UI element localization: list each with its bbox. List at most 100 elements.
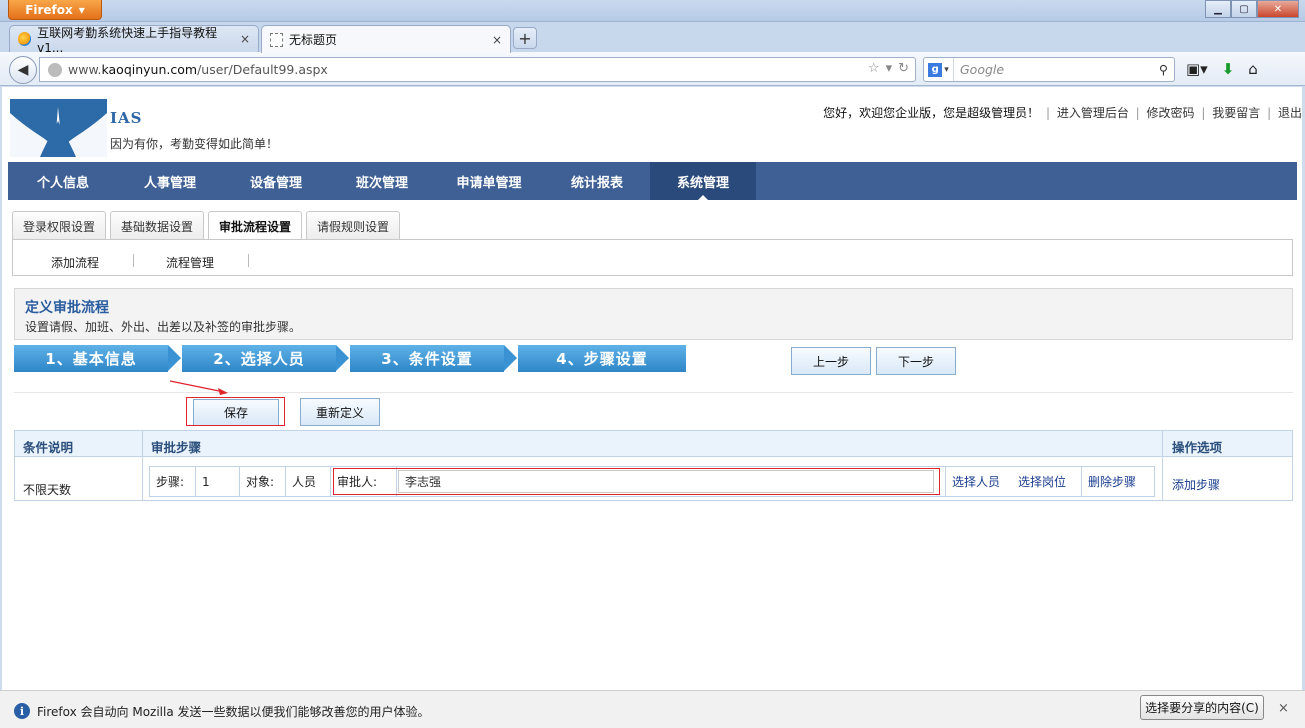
separator: |: [1135, 106, 1140, 120]
close-tab-icon[interactable]: ×: [240, 32, 250, 46]
browser-navigation-bar: ◀ www. kaoqinyun.com/user/Default99.aspx …: [0, 52, 1305, 86]
blank-page-icon: [270, 32, 283, 47]
step-arrow: [504, 345, 517, 371]
wizard-step-label: 4、步骤设置: [556, 350, 648, 368]
add-flow-link[interactable]: 添加流程: [51, 254, 99, 271]
firefox-menu-button[interactable]: Firefox ▾: [8, 0, 102, 20]
nav-shift-management[interactable]: 班次管理: [330, 162, 434, 200]
address-bar[interactable]: www. kaoqinyun.com/user/Default99.aspx ☆ …: [39, 57, 916, 82]
ops-column-header: 操作选项: [1172, 440, 1223, 455]
feedback-link[interactable]: 我要留言: [1212, 106, 1260, 120]
dropdown-arrow-icon: ▾: [78, 2, 85, 17]
next-step-button[interactable]: 下一步: [876, 347, 956, 375]
main-navigation: 个人信息 人事管理 设备管理 班次管理 申请单管理 统计报表 系统管理: [8, 162, 1297, 200]
url-prefix: www.: [68, 62, 102, 77]
wizard-step-steps-setup[interactable]: 4、步骤设置: [518, 345, 686, 372]
google-icon: g: [928, 62, 943, 77]
admin-panel-link[interactable]: 进入管理后台: [1057, 106, 1129, 120]
search-placeholder: Google: [960, 62, 1005, 77]
address-bar-icons: ☆ ▾ ↻: [868, 61, 909, 76]
tab-basic-data[interactable]: 基础数据设置: [110, 211, 205, 240]
select-person-link[interactable]: 选择人员: [946, 467, 1012, 496]
nav-application-management[interactable]: 申请单管理: [434, 162, 544, 200]
tab-approval-flow[interactable]: 审批流程设置: [208, 211, 303, 241]
section-description: 设置请假、加班、外出、出差以及补签的审批步骤。: [25, 320, 302, 334]
steps-column-header: 审批步骤: [151, 440, 202, 455]
divider: [133, 254, 134, 267]
user-bar: 您好，欢迎您企业版，您是超级管理员！ | 进入管理后台 | 修改密码 | 我要留…: [823, 104, 1302, 121]
home-icon[interactable]: ⌂: [1248, 60, 1258, 78]
browser-tab-strip: 互联网考勤系统快速上手指导教程 v1... × 无标题页 × +: [0, 22, 1305, 55]
chevron-down-icon: ▾: [944, 64, 949, 75]
download-icon[interactable]: ⬇: [1222, 60, 1235, 78]
select-position-link[interactable]: 选择岗位: [1012, 467, 1082, 496]
tab-leave-rules[interactable]: 请假规则设置: [306, 211, 401, 240]
reload-icon[interactable]: ↻: [898, 61, 909, 76]
welcome-text: 您好，欢迎您企业版，您是超级管理员！: [823, 106, 1040, 120]
step-arrow: [168, 345, 181, 371]
nav-device-management[interactable]: 设备管理: [222, 162, 330, 200]
back-arrow-icon[interactable]: ◀: [9, 56, 37, 84]
nav-statistics-reports[interactable]: 统计报表: [544, 162, 650, 200]
separator: |: [1267, 106, 1272, 120]
tab-title: 互联网考勤系统快速上手指导教程 v1...: [37, 25, 218, 55]
search-icon[interactable]: ⚲: [1159, 62, 1168, 77]
browser-tab-current[interactable]: 无标题页 ×: [261, 25, 511, 53]
redefine-button[interactable]: 重新定义: [300, 398, 380, 426]
close-notification-icon[interactable]: ×: [1278, 701, 1289, 716]
close-tab-icon[interactable]: ×: [492, 33, 502, 47]
wizard-step-label: 2、选择人员: [213, 350, 305, 368]
settings-tabs: 登录权限设置 基础数据设置 审批流程设置 请假规则设置: [12, 211, 401, 241]
nav-personal-info[interactable]: 个人信息: [8, 162, 118, 200]
url-domain: kaoqinyun.com: [101, 62, 198, 77]
target-label: 对象:: [240, 467, 286, 496]
wizard-step-conditions[interactable]: 3、条件设置: [350, 345, 517, 372]
logout-link[interactable]: 退出: [1278, 106, 1302, 120]
section-info-box: 定义审批流程 设置请假、加班、外出、出差以及补签的审批步骤。: [14, 288, 1293, 340]
step-number: 1: [196, 467, 240, 496]
minimize-icon[interactable]: ▁: [1205, 0, 1231, 18]
condition-cell: 不限天数: [23, 483, 72, 497]
target-value: 人员: [286, 467, 331, 496]
toolbar-icons: ▣▾ ⬇ ⌂: [1186, 60, 1258, 78]
table-header: 条件说明 审批步骤 操作选项: [15, 431, 1292, 457]
approver-highlight-box: [333, 468, 940, 495]
wizard-step-select-people[interactable]: 2、选择人员: [182, 345, 349, 372]
tab-login-permission[interactable]: 登录权限设置: [12, 211, 107, 240]
wizard-step-basic-info[interactable]: 1、基本信息: [14, 345, 181, 372]
window-controls: ▁ ▢ ✕: [1205, 0, 1299, 18]
page-viewport: IAS 因为有你，考勤变得如此简单！ 您好，欢迎您企业版，您是超级管理员！ | …: [2, 87, 1302, 690]
search-box[interactable]: g ▾ Google ⚲: [923, 57, 1175, 82]
separator: |: [1045, 106, 1050, 120]
change-password-link[interactable]: 修改密码: [1147, 106, 1195, 120]
bookmarks-menu-icon[interactable]: ▣▾: [1186, 60, 1208, 78]
add-step-link[interactable]: 添加步骤: [1172, 476, 1220, 493]
history-dropdown-icon[interactable]: ▾: [886, 61, 893, 76]
search-engine-selector[interactable]: g ▾: [924, 58, 954, 81]
annotation-arrow: [169, 380, 228, 395]
sub-menu-panel: 添加流程 流程管理: [12, 239, 1293, 276]
notification-message: Firefox 会自动向 Mozilla 发送一些数据以便我们能够改善您的用户体…: [37, 705, 430, 719]
prev-step-button[interactable]: 上一步: [791, 347, 871, 375]
bookmark-star-icon[interactable]: ☆: [868, 61, 880, 76]
choose-share-button[interactable]: 选择要分享的内容(C): [1140, 695, 1264, 720]
column-divider: [142, 431, 143, 500]
divider: [248, 254, 249, 267]
nav-system-management[interactable]: 系统管理: [650, 162, 756, 200]
maximize-icon[interactable]: ▢: [1231, 0, 1257, 18]
site-header: IAS 因为有你，考勤变得如此简单！ 您好，欢迎您企业版，您是超级管理员！ | …: [2, 87, 1302, 162]
firefox-menu-label: Firefox: [25, 2, 73, 17]
nav-hr-management[interactable]: 人事管理: [118, 162, 222, 200]
close-window-icon[interactable]: ✕: [1257, 0, 1299, 18]
favicon-icon: [18, 32, 32, 46]
flow-management-link[interactable]: 流程管理: [166, 254, 214, 271]
step-label: 步骤:: [150, 467, 196, 496]
step-arrow: [336, 345, 349, 371]
new-tab-button[interactable]: +: [513, 27, 537, 49]
tab-title: 无标题页: [289, 33, 338, 47]
url-path: /user/Default99.aspx: [197, 62, 328, 77]
section-title: 定义审批流程: [25, 300, 109, 316]
delete-step-link[interactable]: 删除步骤: [1082, 467, 1154, 496]
browser-tab-tutorial[interactable]: 互联网考勤系统快速上手指导教程 v1... ×: [9, 25, 259, 55]
save-highlight-box: [186, 397, 285, 426]
